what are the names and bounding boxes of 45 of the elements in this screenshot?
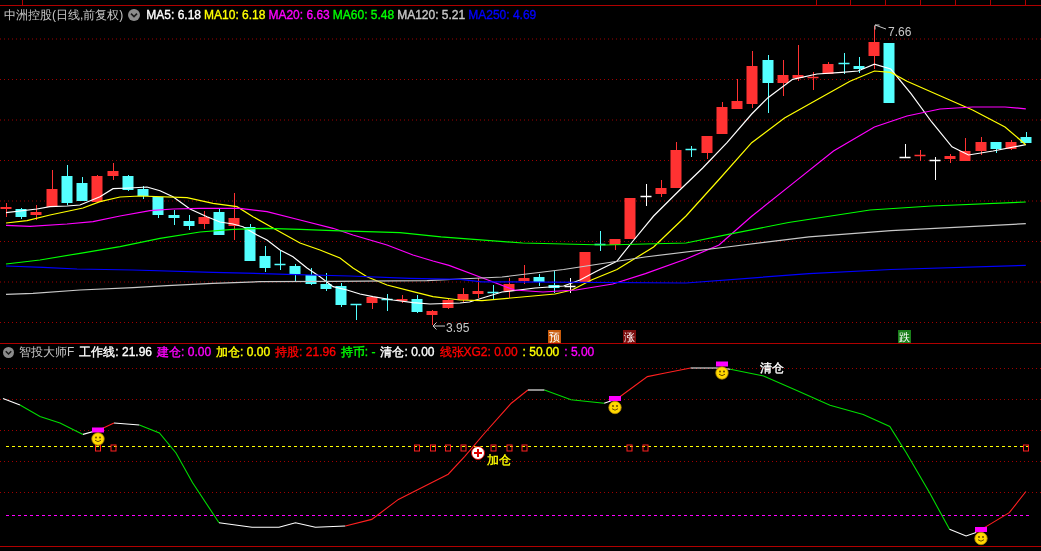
smiley-marker-icon — [715, 361, 729, 380]
indicator-readout: 清仓: 0.00 — [380, 343, 435, 361]
legend-value: MA60: 5.48 — [332, 8, 395, 22]
plus-circle-icon — [471, 446, 485, 460]
square-marker-icon — [414, 444, 420, 452]
price-label: 7.66 — [888, 25, 912, 39]
signal-badge: 跌 — [898, 330, 911, 343]
smiley-marker-icon — [974, 527, 988, 546]
square-marker-icon — [506, 444, 513, 452]
square-marker-icon — [626, 444, 633, 452]
indicator-readout: : 50.00 — [522, 345, 560, 359]
square-marker-icon — [642, 444, 649, 452]
legend-value: MA5: 6.18 — [146, 8, 202, 22]
square-marker-icon — [110, 444, 117, 452]
indicator-title: 智投大师F — [19, 343, 75, 361]
smiley-marker-icon — [91, 427, 105, 446]
square-marker-icon — [521, 444, 528, 452]
indicator-readout: 建仓: 0.00 — [157, 343, 212, 361]
legend-value: MA120: 5.21 — [397, 8, 466, 22]
indicator-readout: 加仓: 0.00 — [216, 343, 271, 361]
signal-label: 清仓 — [760, 361, 784, 375]
dropdown-icon[interactable] — [128, 9, 141, 21]
indicator-readout: 持股: 21.96 — [275, 343, 336, 361]
indicator-readout: : 5.00 — [564, 345, 595, 359]
signal-badge: 预 — [548, 330, 561, 343]
indicator-readout: 线张XG2: 0.00 — [439, 343, 518, 361]
square-marker-icon — [445, 444, 451, 452]
square-marker-icon — [460, 444, 467, 452]
chart-title: 中洲控股(日线,前复权) — [4, 6, 124, 24]
legend-value: MA20: 6.63 — [268, 8, 330, 22]
indicator-readout: 持币: - — [340, 343, 376, 361]
price-label: 3.95 — [446, 321, 470, 335]
legend-value: MA10: 6.18 — [204, 8, 266, 22]
signal-badge: 涨 — [623, 330, 636, 343]
indicator-readout: 工作线: 21.96 — [79, 343, 153, 361]
pointer-arrow-icon — [874, 24, 887, 30]
square-marker-icon — [430, 444, 436, 452]
dropdown-icon[interactable] — [3, 346, 14, 358]
square-marker-icon — [490, 444, 497, 452]
legend-value: MA250: 4.69 — [468, 8, 537, 22]
square-marker-icon — [95, 444, 101, 452]
square-marker-icon — [1023, 444, 1029, 452]
pointer-arrow-icon — [432, 322, 446, 330]
signal-label: 加仓 — [487, 453, 511, 467]
smiley-marker-icon — [608, 396, 622, 415]
